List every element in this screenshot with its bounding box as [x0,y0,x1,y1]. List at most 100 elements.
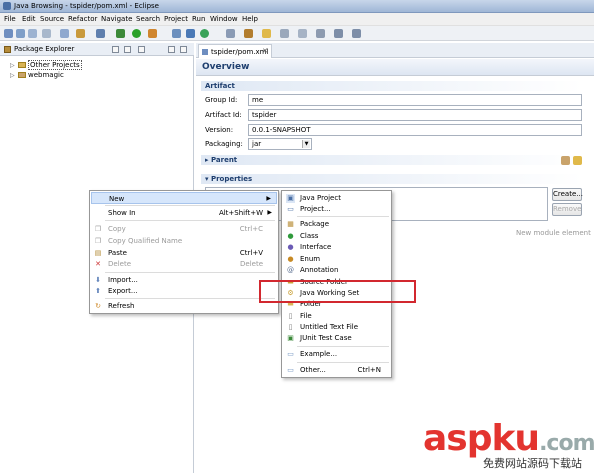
submenu-item-interface[interactable]: ● Interface [283,242,391,253]
artifact-section-header[interactable]: Artifact [201,81,583,91]
properties-section-header[interactable]: ▾ Properties [201,174,583,184]
menu-run[interactable]: Run [192,15,205,23]
last-edit-icon[interactable] [316,29,325,38]
menu-item-label: Paste [108,249,127,257]
open-task-icon[interactable] [226,29,235,38]
debug-icon[interactable] [116,29,125,38]
next-annotation-icon[interactable] [280,29,289,38]
submenu-item-annotation[interactable]: @ Annotation [283,265,391,276]
forward-icon[interactable] [352,29,361,38]
separator [105,272,275,273]
new-java-project-icon[interactable] [172,29,181,38]
menu-item-copy[interactable]: ❐ Copy Ctrl+C [91,223,277,235]
shortcut-label: Delete [240,260,263,268]
expand-arrow-icon[interactable]: ▷ [10,72,16,79]
packaging-value: jar [252,140,262,148]
new-package-icon[interactable] [186,29,195,38]
collapse-all-icon[interactable] [112,46,119,53]
separator [105,220,275,221]
save-all-icon[interactable] [28,29,37,38]
enum-icon: ● [287,255,294,263]
menu-file[interactable]: File [4,15,16,23]
menu-item-delete[interactable]: ✕ Delete Delete [91,258,277,270]
separator [105,205,275,206]
maximize-icon[interactable] [180,46,187,53]
submenu-item-example[interactable]: ▭ Example... [283,349,391,360]
submenu-item-java-project[interactable]: ▣ Java Project [283,193,391,204]
separator [105,298,275,299]
tree-item-other-projects[interactable]: ▷ Other Projects [10,60,82,70]
link-editor-icon[interactable] [124,46,131,53]
watermark-tagline: 免费网站源码下载站 [483,455,582,471]
build-icon[interactable] [60,29,69,38]
parent-select-icon[interactable] [561,156,570,165]
view-menu-icon[interactable] [138,46,145,53]
version-field[interactable]: 0.0.1-SNAPSHOT [248,124,582,136]
new-icon[interactable] [4,29,13,38]
submenu-item-untitled-text-file[interactable]: ▯ Untitled Text File [283,322,391,333]
minimize-icon[interactable] [168,46,175,53]
submenu-item-label: File [300,312,312,320]
menu-help[interactable]: Help [242,15,258,23]
package-explorer-tab[interactable]: Package Explorer [0,43,194,56]
editor-tab-label: tspider/pom.xml [211,48,269,56]
menu-search[interactable]: Search [136,15,160,23]
expand-arrow-icon[interactable]: ▷ [10,62,16,69]
close-icon[interactable]: ✕ [262,47,268,55]
run-icon[interactable] [132,29,141,38]
submenu-item-label: Untitled Text File [300,323,359,331]
create-button[interactable]: Create... [552,188,583,201]
new-class-icon[interactable] [200,29,209,38]
copy-icon: ❐ [94,225,102,233]
submenu-item-project[interactable]: ▭ Project... [283,204,391,215]
menu-item-copy-qualified-name[interactable]: ❐ Copy Qualified Name [91,235,277,247]
editor-tab-pom[interactable]: tspider/pom.xml ✕ [198,44,272,58]
save-icon[interactable] [16,29,25,38]
external-tools-icon[interactable] [148,29,157,38]
title-bar: Java Browsing - tspider/pom.xml - Eclips… [0,0,594,13]
packaging-select[interactable]: jar ▼ [248,138,312,150]
remove-button[interactable]: Remove [552,203,582,216]
menu-item-export[interactable]: ⬆ Export... [91,285,277,297]
submenu-item-file[interactable]: ▯ File [283,311,391,322]
artifact-id-field[interactable]: tspider [248,109,582,121]
group-id-field[interactable]: me [248,94,582,106]
menu-bar: File Edit Source Refactor Navigate Searc… [0,13,594,26]
junit-icon: ▣ [287,334,294,342]
annotation-icon[interactable] [262,29,271,38]
submenu-item-label: Interface [300,243,332,251]
tree-item-webmagic[interactable]: ▷ webmagic [10,71,64,79]
back-icon[interactable] [334,29,343,38]
new-module-hint: New module element [516,229,591,237]
menu-refactor[interactable]: Refactor [68,15,97,23]
chevron-right-icon: ▶ [266,195,271,202]
parent-open-icon[interactable] [573,156,582,165]
xml-file-icon [202,49,208,55]
submenu-item-package[interactable]: ▦ Package [283,219,391,230]
menu-edit[interactable]: Edit [22,15,36,23]
parent-section-title: ▸ Parent [205,156,238,164]
submenu-item-junit-test-case[interactable]: ▣ JUnit Test Case [283,333,391,344]
print-icon[interactable] [42,29,51,38]
menu-item-show-in[interactable]: Show In Alt+Shift+W ▶ [91,207,277,219]
submenu-item-enum[interactable]: ● Enum [283,254,391,265]
menu-item-new[interactable]: New ▶ [91,192,277,204]
annotation-icon: @ [287,266,294,274]
search-task-icon[interactable] [244,29,253,38]
menu-window[interactable]: Window [210,15,238,23]
package-explorer-title: Package Explorer [14,45,75,53]
menu-navigate[interactable]: Navigate [101,15,132,23]
menu-item-refresh[interactable]: ↻ Refresh [91,300,277,312]
submenu-item-class[interactable]: ● Class [283,231,391,242]
wizard-icon: ▭ [287,366,294,374]
shortcut-label: Ctrl+N [357,366,381,374]
file-icon: ▯ [288,312,293,320]
search-icon[interactable] [96,29,105,38]
submenu-item-other[interactable]: ▭ Other... Ctrl+N [283,365,391,376]
parent-section-header[interactable]: ▸ Parent [201,155,583,165]
menu-item-label: Show In [108,209,136,217]
menu-project[interactable]: Project [164,15,188,23]
menu-source[interactable]: Source [40,15,64,23]
prev-annotation-icon[interactable] [298,29,307,38]
open-type-icon[interactable] [76,29,85,38]
